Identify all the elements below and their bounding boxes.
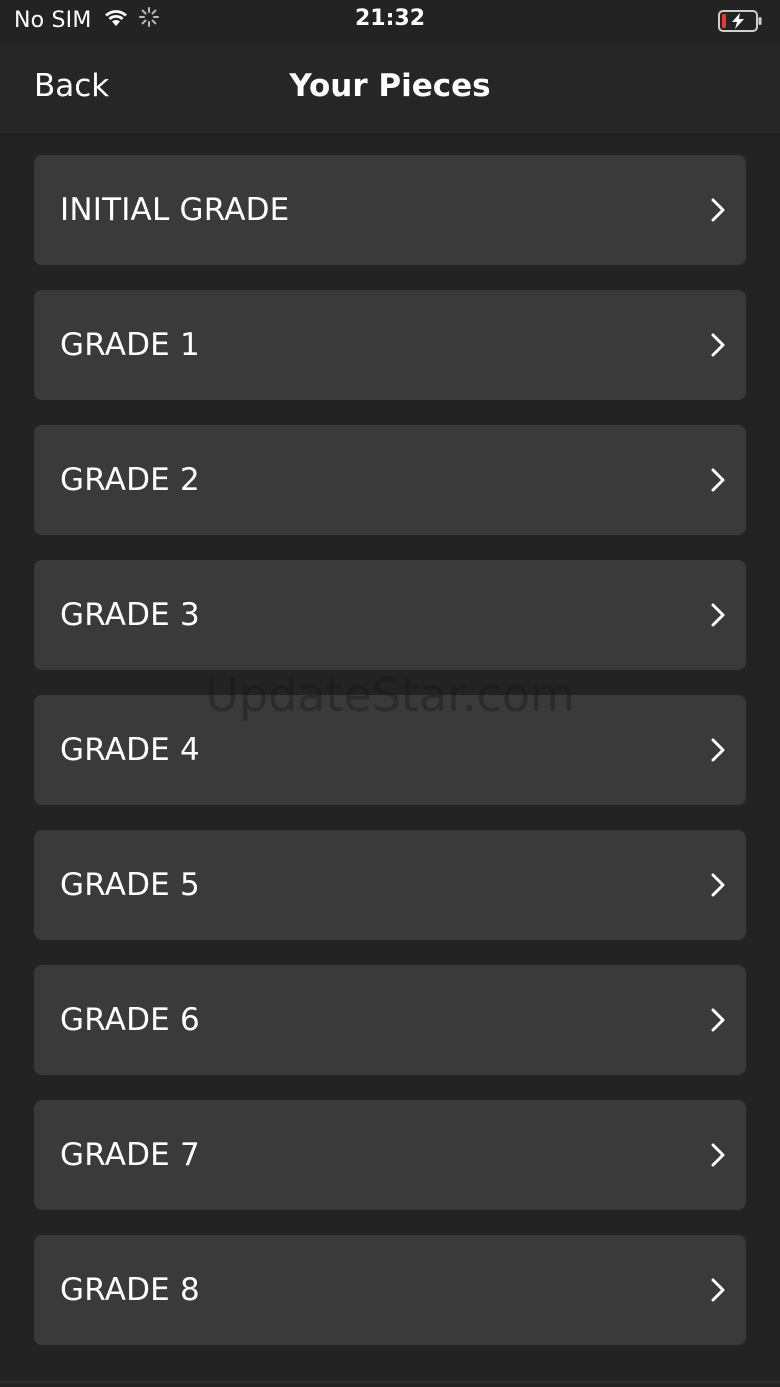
grade-row-2[interactable]: GRADE 2 [34,425,746,535]
page-title: Your Pieces [289,68,491,104]
grade-row-label: GRADE 8 [60,1272,200,1308]
chevron-right-icon [711,198,725,222]
chevron-right-icon [711,603,725,627]
navigation-bar: Back Your Pieces [0,44,780,135]
grade-row-1[interactable]: GRADE 1 [34,290,746,400]
grade-row-label: INITIAL GRADE [60,192,290,228]
grade-row-8[interactable]: GRADE 8 [34,1235,746,1345]
chevron-right-icon [711,873,725,897]
chevron-right-icon [711,1008,725,1032]
grade-row-label: GRADE 5 [60,867,200,903]
grade-row-label: GRADE 4 [60,732,200,768]
grade-list: INITIAL GRADE GRADE 1 GRADE 2 GRADE 3 GR… [34,155,746,1370]
status-time: 21:32 [354,6,426,31]
bottom-divider [0,1381,780,1383]
grade-row-6[interactable]: GRADE 6 [34,965,746,1075]
grade-row-label: GRADE 1 [60,327,200,363]
chevron-right-icon [711,1278,725,1302]
chevron-right-icon [711,738,725,762]
grade-row-initial[interactable]: INITIAL GRADE [34,155,746,265]
grade-row-3[interactable]: GRADE 3 [34,560,746,670]
grade-row-label: GRADE 3 [60,597,200,633]
back-button[interactable]: Back [34,68,109,104]
chevron-right-icon [711,468,725,492]
grade-row-4[interactable]: GRADE 4 [34,695,746,805]
grade-row-7[interactable]: GRADE 7 [34,1100,746,1210]
battery-charging-icon [718,9,764,37]
grade-row-label: GRADE 6 [60,1002,200,1038]
chevron-right-icon [711,1143,725,1167]
status-bar: No SIM 21:32 [0,0,780,44]
grade-row-label: GRADE 2 [60,462,200,498]
chevron-right-icon [711,333,725,357]
grade-row-5[interactable]: GRADE 5 [34,830,746,940]
grade-row-label: GRADE 7 [60,1137,200,1173]
